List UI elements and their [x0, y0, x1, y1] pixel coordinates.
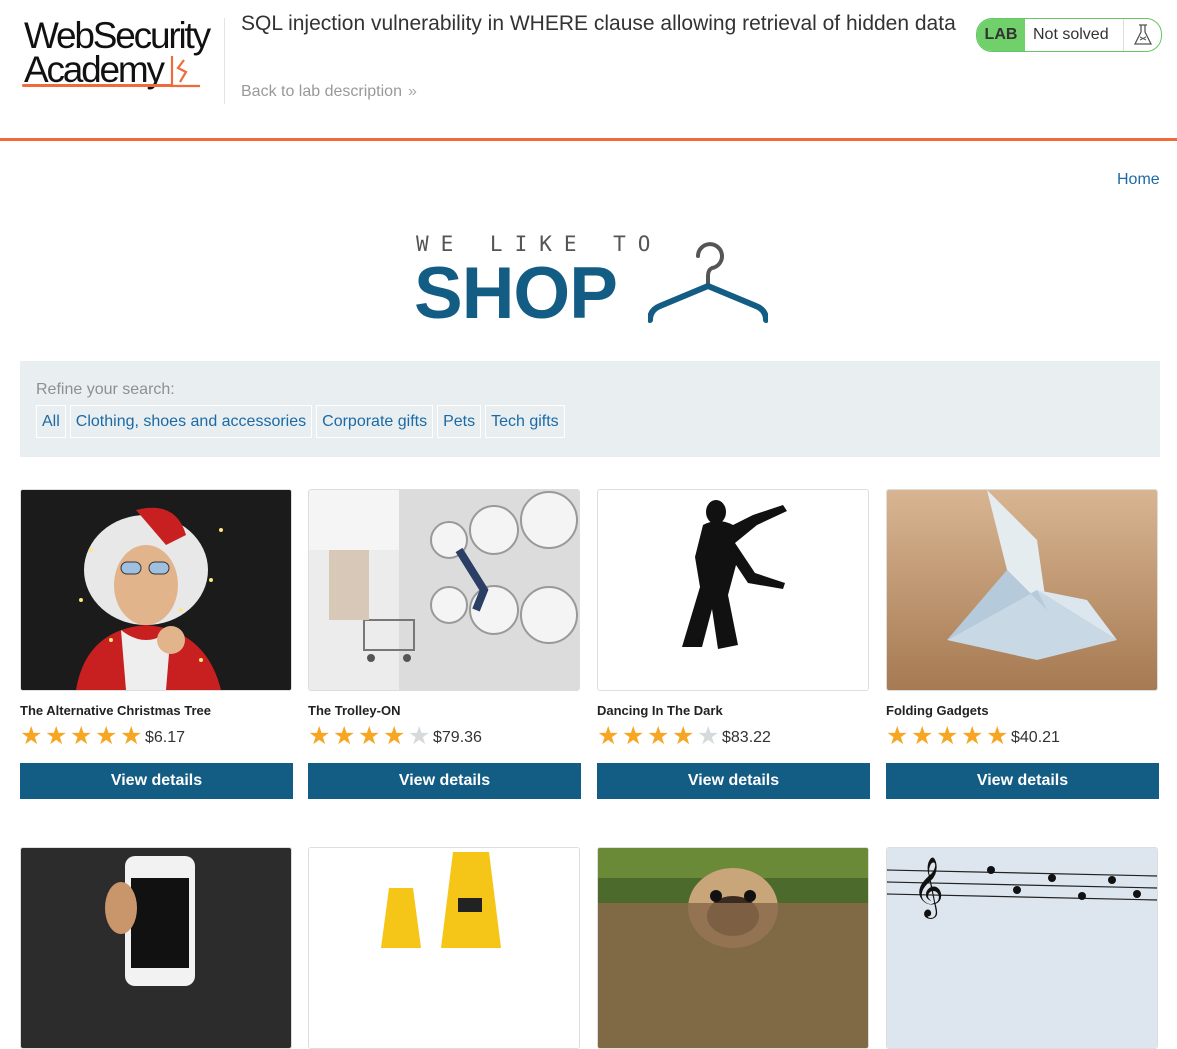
category-filter-list: All Clothing, shoes and accessories Corp… — [36, 405, 565, 438]
star-icon: ★ — [308, 722, 331, 750]
product-image-origami — [886, 489, 1158, 691]
product-price: $6.17 — [145, 729, 186, 746]
product-rating: ★ ★ ★ ★ ★ $83.22 — [597, 722, 771, 750]
star-icon: ★ — [383, 722, 406, 750]
star-icon: ★ — [886, 722, 909, 750]
shop-banner-logo: WE LIKE TO SHOP — [414, 228, 774, 334]
star-icon: ★ — [333, 722, 356, 750]
category-corporate-gifts[interactable]: Corporate gifts — [316, 405, 434, 438]
product-image-birds-on-wire: 𝄞 — [886, 847, 1158, 1049]
lab-status-text: Not solved — [1033, 26, 1109, 43]
product-image-laundromat — [308, 489, 580, 691]
star-icon: ★ — [120, 722, 143, 750]
product-rating: ★ ★ ★ ★ ★ $79.36 — [308, 722, 482, 750]
logo-underline — [22, 84, 172, 87]
star-icon: ★ — [672, 722, 695, 750]
lab-header: WebSecurity Academy SQL injection vulner… — [0, 0, 1177, 141]
logo-lightning-icon — [170, 56, 200, 88]
star-icon: ★ — [20, 722, 43, 750]
star-empty-icon: ★ — [408, 722, 431, 750]
star-icon: ★ — [358, 722, 381, 750]
product-name: The Trolley-ON — [308, 703, 401, 718]
web-security-academy-logo[interactable]: WebSecurity Academy — [22, 16, 222, 90]
product-name: The Alternative Christmas Tree — [20, 703, 211, 718]
product-image-pug — [597, 847, 869, 1049]
product-price: $83.22 — [722, 729, 771, 746]
category-pets[interactable]: Pets — [437, 405, 482, 438]
product-price: $40.21 — [1011, 729, 1060, 746]
home-link[interactable]: Home — [1117, 171, 1160, 189]
product-price: $79.36 — [433, 729, 482, 746]
product-image-santa — [20, 489, 292, 691]
search-filter-panel: Refine your search: All Clothing, shoes … — [20, 361, 1160, 457]
star-icon: ★ — [95, 722, 118, 750]
product-image-wet-floor-signs — [308, 847, 580, 1049]
lab-title: SQL injection vulnerability in WHERE cla… — [241, 12, 956, 35]
view-details-button[interactable]: View details — [308, 763, 581, 799]
product-name: Dancing In The Dark — [597, 703, 723, 718]
star-icon: ★ — [911, 722, 934, 750]
star-icon: ★ — [936, 722, 959, 750]
star-icon: ★ — [986, 722, 1009, 750]
view-details-button[interactable]: View details — [20, 763, 293, 799]
back-to-lab-description-link[interactable]: Back to lab description » — [241, 83, 417, 101]
product-rating: ★ ★ ★ ★ ★ $40.21 — [886, 722, 1060, 750]
category-all[interactable]: All — [36, 405, 66, 438]
product-image-smartphone — [20, 847, 292, 1049]
lab-badge: LAB — [977, 19, 1025, 51]
star-icon: ★ — [45, 722, 68, 750]
star-icon: ★ — [70, 722, 93, 750]
header-divider — [224, 18, 225, 104]
product-image-dancer — [597, 489, 869, 691]
view-details-button[interactable]: View details — [597, 763, 870, 799]
lab-status-widget: LAB Not solved — [976, 18, 1162, 52]
banner-shop-text: SHOP — [414, 253, 618, 334]
filter-label: Refine your search: — [36, 381, 175, 398]
flask-icon — [1123, 19, 1161, 51]
double-chevron-right-icon: » — [407, 83, 417, 100]
star-icon: ★ — [647, 722, 670, 750]
star-empty-icon: ★ — [697, 722, 720, 750]
product-name: Folding Gadgets — [886, 703, 989, 718]
hanger-icon — [648, 242, 768, 323]
category-clothing[interactable]: Clothing, shoes and accessories — [69, 405, 313, 438]
back-link-label: Back to lab description — [241, 83, 402, 100]
star-icon: ★ — [961, 722, 984, 750]
star-icon: ★ — [622, 722, 645, 750]
svg-text:𝄞: 𝄞 — [913, 857, 944, 919]
category-tech-gifts[interactable]: Tech gifts — [485, 405, 565, 438]
star-icon: ★ — [597, 722, 620, 750]
view-details-button[interactable]: View details — [886, 763, 1159, 799]
product-rating: ★ ★ ★ ★ ★ $6.17 — [20, 722, 186, 750]
